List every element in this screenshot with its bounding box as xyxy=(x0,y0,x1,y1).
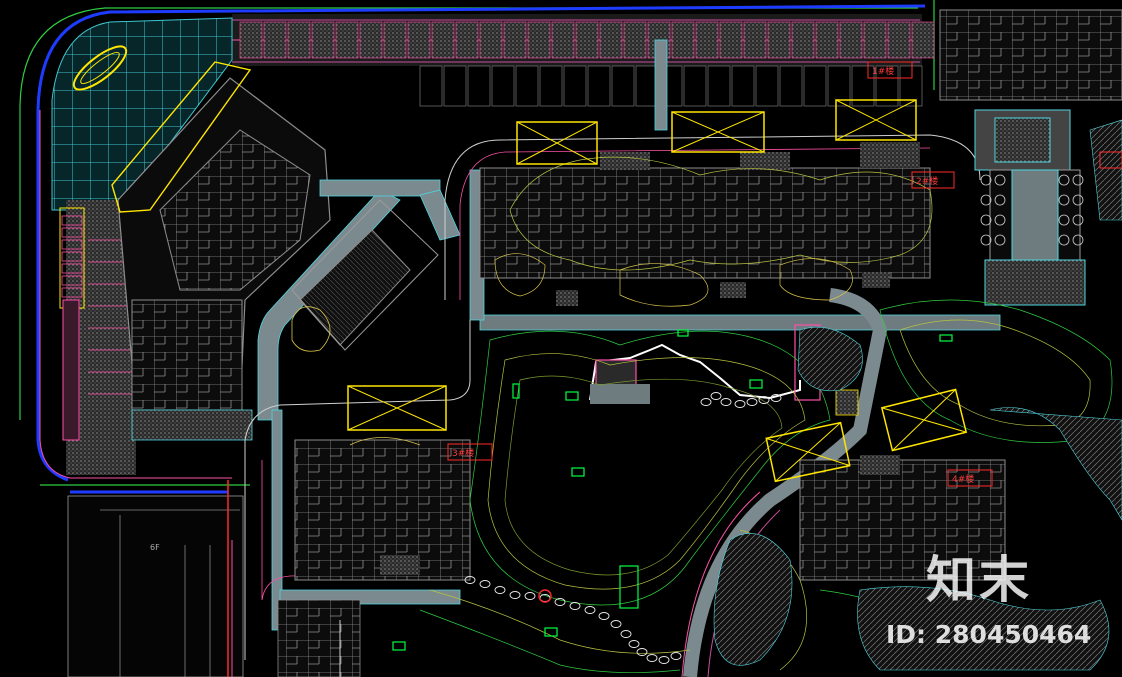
watermark-logo: 知末 xyxy=(926,551,1032,609)
building-label-4: 4#楼 xyxy=(952,473,974,485)
watermark-id: ID: 280450464 xyxy=(886,620,1092,649)
building-label-1: 1#楼 xyxy=(872,65,894,77)
apartment-block-southwest xyxy=(294,439,471,581)
bottom-left-garage: 6F xyxy=(67,480,244,677)
building-label-3: 3#楼 xyxy=(452,447,474,459)
floor-label: 6F xyxy=(150,543,160,552)
building-label-2: 2#楼 xyxy=(916,175,938,187)
